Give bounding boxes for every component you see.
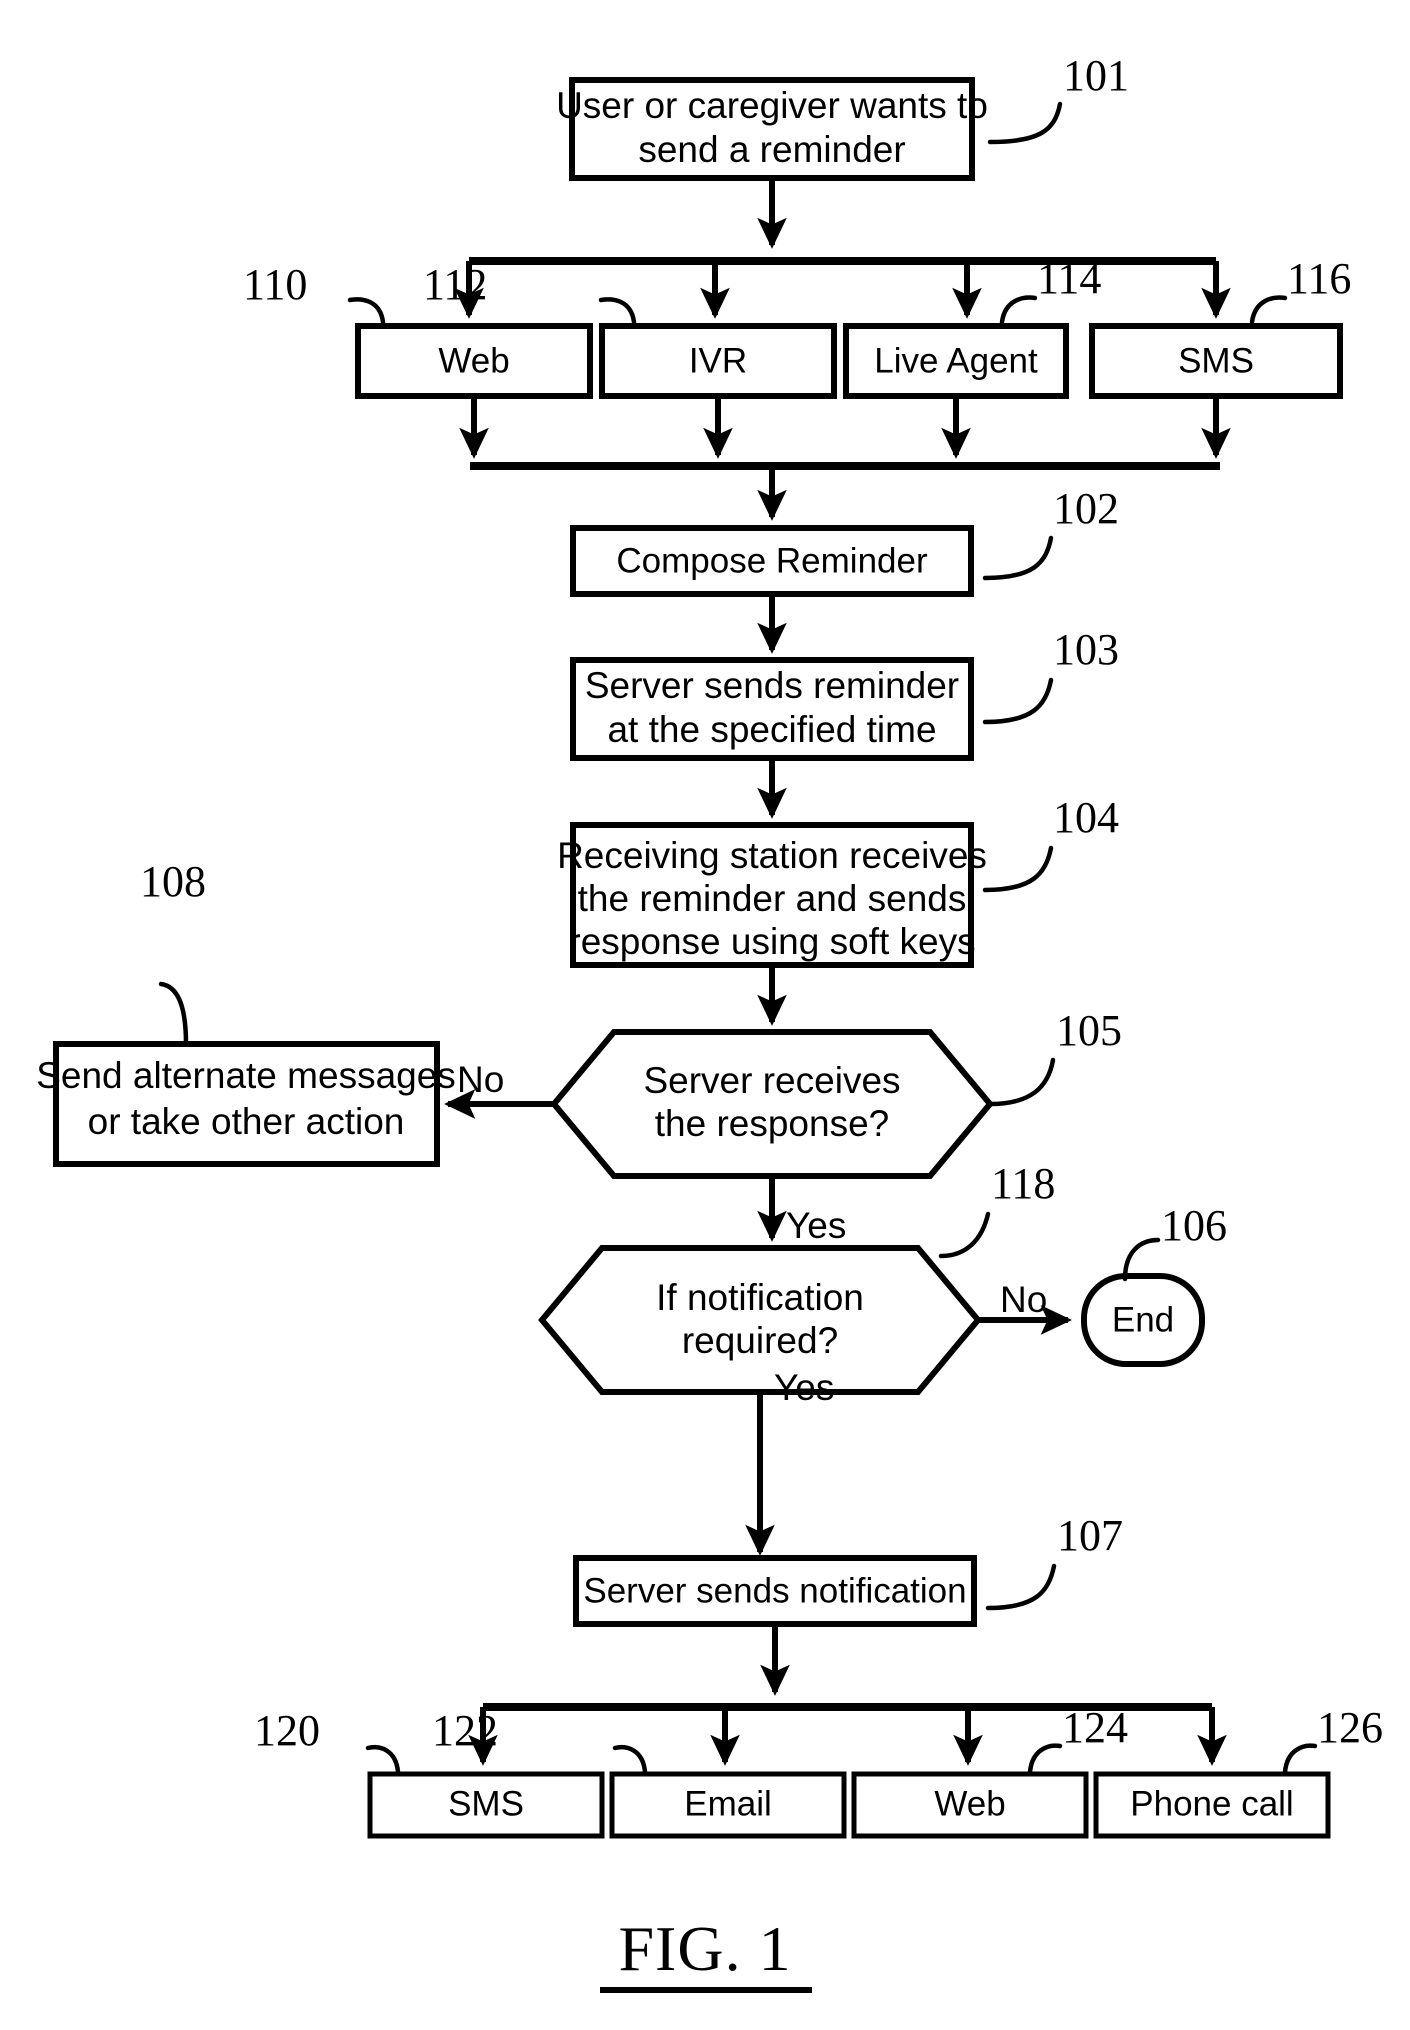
ref-124-label: 124	[1062, 1703, 1128, 1752]
node-receiving-station-line-1: Receiving station receives	[557, 835, 987, 876]
node-channel-ivr: IVR	[599, 323, 837, 399]
ref-122: 122	[432, 1706, 648, 1775]
node-alternate-action-line-1: Send alternate messages	[36, 1055, 456, 1096]
node-decision-response: Server receives the response?	[550, 1029, 994, 1179]
node-end: End	[1081, 1273, 1205, 1367]
node-channel-sms-label: SMS	[1178, 341, 1254, 380]
ref-118-label: 118	[991, 1159, 1055, 1208]
edge-label-notification-yes: Yes	[774, 1367, 834, 1408]
node-server-sends-line-2: at the specified time	[607, 709, 936, 750]
node-decision-notification-line-2: required?	[682, 1320, 838, 1361]
edge-label-response-no: No	[457, 1059, 504, 1100]
ref-114-leader	[999, 295, 1038, 325]
ref-105-label: 105	[1056, 1006, 1122, 1055]
node-start-line-1: User or caregiver wants to	[556, 85, 988, 126]
node-channel-web-label: Web	[438, 341, 509, 380]
node-decision-notification: If notification required?	[538, 1245, 982, 1395]
ref-112-leader	[598, 297, 637, 325]
ref-110: 110	[243, 260, 386, 325]
ref-112-label: 112	[423, 260, 487, 309]
node-compose-line-1: Compose Reminder	[616, 541, 928, 580]
node-server-sends: Server sends reminder at the specified t…	[570, 657, 974, 761]
ref-102: 102	[982, 484, 1119, 581]
ref-104-leader	[982, 845, 1054, 893]
node-out-phone-call: Phone call	[1093, 1771, 1331, 1839]
ref-124: 124	[1027, 1703, 1128, 1775]
patent-figure: User or caregiver wants to send a remind…	[0, 0, 1410, 2030]
node-alternate-action: Send alternate messages or take other ac…	[36, 1041, 456, 1167]
node-alternate-action-line-2: or take other action	[88, 1101, 405, 1142]
ref-103: 103	[982, 625, 1119, 725]
ref-120: 120	[254, 1706, 401, 1775]
node-out-phone-call-label: Phone call	[1130, 1784, 1293, 1823]
ref-103-leader	[982, 677, 1054, 725]
node-out-sms-label: SMS	[448, 1784, 524, 1823]
ref-106-label: 106	[1161, 1201, 1227, 1250]
ref-122-leader	[612, 1745, 648, 1775]
figure-caption: FIG. 1	[600, 1913, 812, 1993]
ref-108-label: 108	[140, 857, 206, 906]
ref-110-label: 110	[243, 260, 307, 309]
node-out-email: Email	[609, 1771, 847, 1839]
ref-126-label: 126	[1317, 1703, 1383, 1752]
edge-label-response-yes: Yes	[786, 1205, 846, 1246]
node-out-web: Web	[851, 1771, 1089, 1839]
node-receiving-station: Receiving station receives the reminder …	[557, 822, 987, 968]
fanout-bar-channels	[454, 257, 1231, 319]
ref-126-leader	[1282, 1743, 1318, 1775]
node-channel-web: Web	[355, 323, 593, 399]
ref-122-label: 122	[432, 1706, 498, 1755]
ref-116-label: 116	[1287, 254, 1351, 303]
node-channel-live-agent-label: Live Agent	[874, 341, 1038, 380]
node-end-label: End	[1112, 1300, 1174, 1339]
node-server-notification: Server sends notification	[573, 1555, 977, 1627]
ref-118-leader	[938, 1211, 991, 1259]
ref-107-leader	[985, 1563, 1057, 1611]
node-out-sms: SMS	[367, 1771, 605, 1839]
node-start: User or caregiver wants to send a remind…	[556, 77, 988, 181]
node-receiving-station-line-2: the reminder and sends	[578, 878, 967, 919]
ref-104: 104	[982, 793, 1119, 893]
ref-112: 112	[423, 260, 637, 325]
ref-110-leader	[347, 297, 386, 325]
ref-126: 126	[1282, 1703, 1383, 1775]
node-channel-sms: SMS	[1089, 323, 1343, 399]
node-server-sends-line-1: Server sends reminder	[585, 665, 959, 706]
ref-106: 106	[1122, 1201, 1227, 1282]
node-out-web-label: Web	[934, 1784, 1005, 1823]
node-decision-notification-line-1: If notification	[656, 1277, 864, 1318]
node-server-notification-line-1: Server sends notification	[583, 1571, 966, 1610]
node-channel-ivr-label: IVR	[689, 341, 747, 380]
ref-101-label: 101	[1063, 51, 1129, 100]
ref-108: 108	[140, 857, 206, 1047]
ref-102-label: 102	[1053, 484, 1119, 533]
ref-104-label: 104	[1053, 793, 1119, 842]
node-decision-response-line-1: Server receives	[643, 1060, 900, 1101]
ref-120-label: 120	[254, 1706, 320, 1755]
ref-108-leader	[158, 981, 189, 1047]
node-compose: Compose Reminder	[570, 525, 974, 597]
ref-116-leader	[1249, 295, 1288, 325]
node-start-line-2: send a reminder	[638, 129, 905, 170]
flowchart-diagram: User or caregiver wants to send a remind…	[36, 51, 1383, 1993]
ref-114-label: 114	[1037, 254, 1101, 303]
ref-107-label: 107	[1057, 1511, 1123, 1560]
node-decision-response-line-2: the response?	[655, 1103, 890, 1144]
node-out-email-label: Email	[684, 1784, 772, 1823]
ref-120-leader	[365, 1745, 401, 1775]
ref-101-leader	[987, 101, 1063, 145]
ref-105-leader	[987, 1057, 1056, 1107]
ref-118	[938, 1211, 991, 1259]
ref-116: 116	[1249, 254, 1351, 325]
ref-124-leader	[1027, 1743, 1063, 1775]
edge-label-notification-no: No	[1000, 1279, 1047, 1320]
ref-103-label: 103	[1053, 625, 1119, 674]
node-channel-live-agent: Live Agent	[843, 323, 1069, 399]
ref-105: 105	[987, 1006, 1122, 1107]
ref-101: 101	[987, 51, 1129, 145]
figure-caption-text: FIG. 1	[618, 1913, 791, 1984]
node-receiving-station-line-3: response using soft keys	[568, 921, 975, 962]
ref-102-leader	[982, 535, 1054, 581]
ref-107: 107	[985, 1511, 1123, 1611]
